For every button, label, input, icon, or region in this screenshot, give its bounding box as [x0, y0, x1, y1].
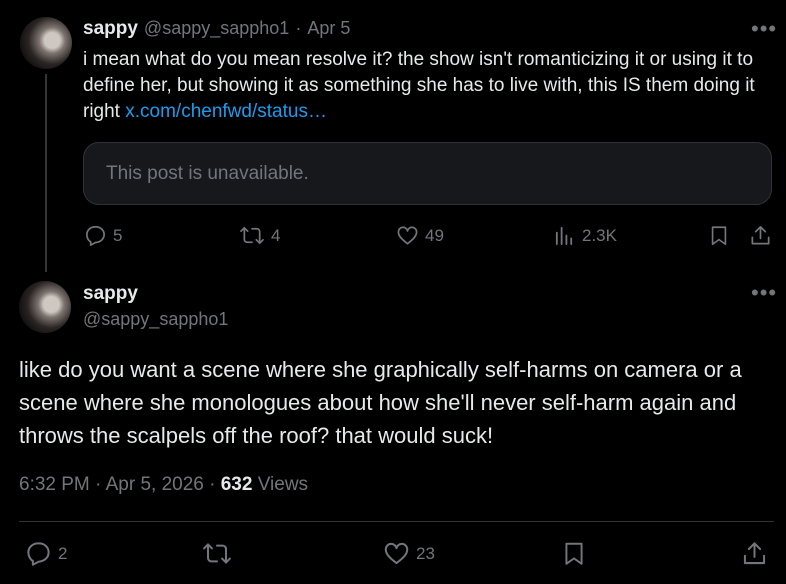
repost-icon [203, 543, 231, 564]
repost-button[interactable] [202, 540, 238, 567]
like-count: 23 [416, 543, 435, 563]
reply-count: 5 [113, 225, 123, 245]
author-handle[interactable]: @sappy_sappho1 [144, 18, 289, 39]
repost-icon [240, 226, 264, 245]
reply-button[interactable]: 5 [84, 224, 122, 247]
post-text: like do you want a scene where she graph… [19, 357, 742, 448]
share-button[interactable] [749, 224, 772, 247]
post-date[interactable]: Apr 5 [307, 18, 350, 39]
post-text: i mean what do you mean resolve it? the … [83, 47, 775, 125]
divider [19, 521, 774, 522]
author-name[interactable]: sappy [83, 18, 138, 40]
avatar[interactable] [20, 17, 72, 69]
reply-icon [86, 226, 105, 246]
separator: · [209, 474, 216, 495]
more-icon[interactable]: ••• [751, 18, 777, 40]
post-header: sappy @sappy_sappho1 [83, 283, 228, 330]
repost-count: 4 [271, 225, 281, 245]
author-name[interactable]: sappy [83, 283, 228, 305]
share-icon [751, 226, 770, 245]
repost-button[interactable]: 4 [239, 224, 280, 247]
unavailable-message: This post is unavailable. [106, 163, 309, 184]
reply-button[interactable]: 2 [25, 540, 67, 567]
author-handle[interactable]: @sappy_sappho1 [83, 309, 228, 330]
like-count: 49 [425, 225, 444, 245]
bookmark-icon [565, 542, 583, 565]
quoted-post: This post is unavailable. [83, 142, 772, 205]
bookmark-icon [711, 226, 727, 246]
like-button[interactable]: 49 [396, 224, 444, 247]
view-count: 632 [220, 474, 253, 495]
like-icon [384, 542, 409, 565]
views-count: 2.3K [582, 225, 617, 245]
like-button[interactable]: 23 [383, 540, 435, 567]
more-icon[interactable]: ••• [751, 282, 777, 304]
avatar[interactable] [19, 281, 71, 333]
post-link[interactable]: x.com/chenfwd/status… [125, 101, 327, 122]
views-icon [555, 226, 573, 246]
reply-count: 2 [58, 543, 68, 563]
post-meta: 6:32 PM · Apr 5, 2026 · 632 Views [19, 474, 308, 496]
thread-line [45, 74, 47, 272]
reply-icon [27, 542, 50, 566]
separator: · [295, 18, 302, 38]
like-icon [397, 226, 418, 245]
post-header: sappy @sappy_sappho1 · Apr 5 [83, 18, 350, 40]
views-button[interactable]: 2.3K [553, 224, 617, 247]
bookmark-button[interactable] [561, 540, 587, 567]
share-button[interactable] [741, 540, 768, 567]
share-icon [743, 542, 766, 565]
bookmark-button[interactable] [708, 224, 730, 247]
post-timestamp[interactable]: 6:32 PM · Apr 5, 2026 [19, 474, 204, 495]
views-label: Views [257, 474, 309, 495]
